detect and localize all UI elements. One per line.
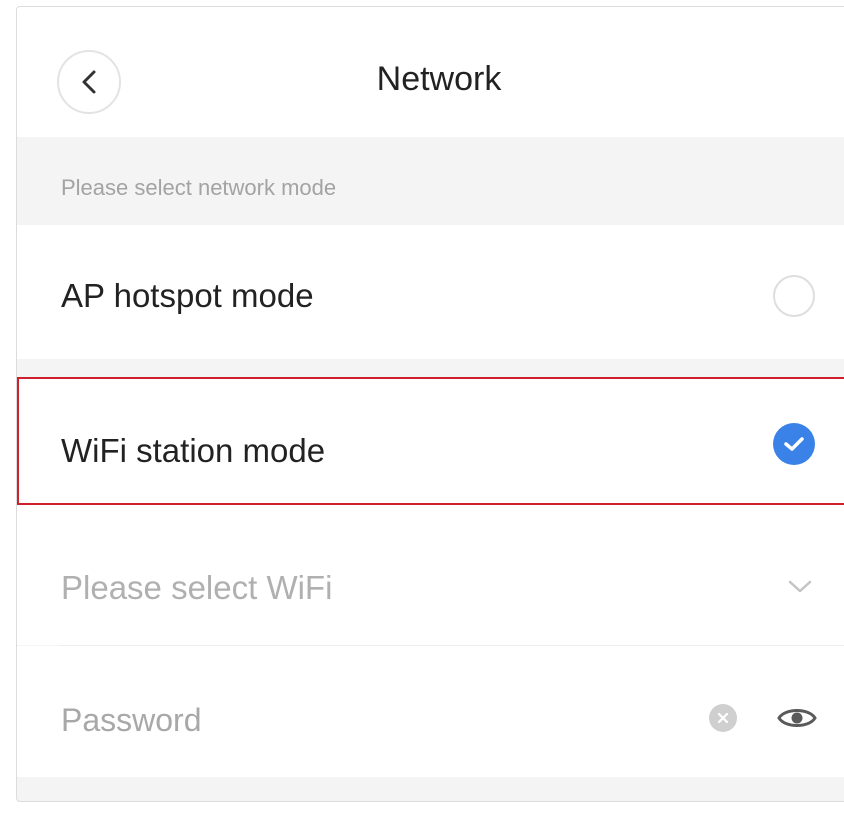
radio-unchecked[interactable] — [773, 275, 815, 317]
checkmark-icon — [784, 437, 804, 451]
password-placeholder: Password — [61, 702, 202, 738]
mode-option-label: AP hotspot mode — [61, 277, 314, 314]
header: Network — [17, 7, 844, 137]
wifi-select-placeholder: Please select WiFi — [61, 569, 333, 606]
page-title: Network — [376, 60, 502, 98]
mode-option-label: WiFi station mode — [61, 432, 326, 469]
wifi-select-dropdown[interactable]: Please select WiFi — [17, 505, 844, 645]
mode-option-wifi-station[interactable]: WiFi station mode — [17, 377, 844, 505]
chevron-down-icon[interactable] — [787, 579, 813, 595]
radio-checked[interactable] — [773, 423, 815, 465]
network-settings-card: Network Please select network mode AP ho… — [16, 6, 844, 802]
section-label: Please select network mode — [61, 175, 337, 200]
clear-icon[interactable] — [709, 704, 737, 732]
password-field[interactable]: Password — [17, 646, 844, 777]
mode-option-ap-hotspot[interactable]: AP hotspot mode — [17, 225, 844, 359]
eye-icon[interactable] — [777, 704, 817, 732]
